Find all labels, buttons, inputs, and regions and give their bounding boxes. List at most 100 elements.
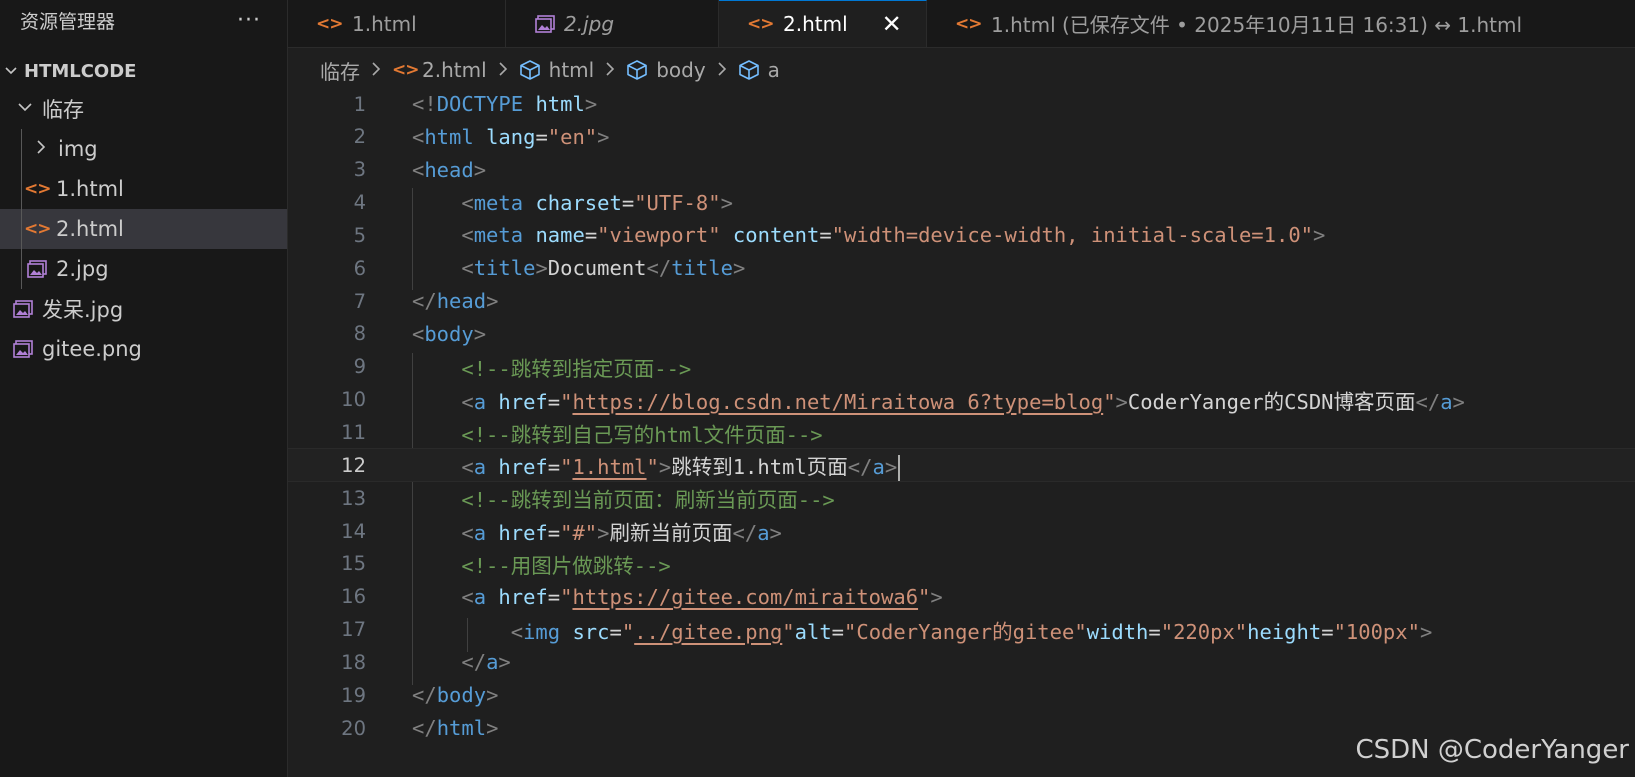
code-text: <!--跳转到自己写的html文件页面--> xyxy=(412,418,823,448)
code-line[interactable]: 16 <a href="https://gitee.com/miraitowa6… xyxy=(288,580,1635,614)
close-icon[interactable]: ✕ xyxy=(882,10,902,38)
code-line[interactable]: 3 <head> xyxy=(288,153,1635,187)
line-number: 16 xyxy=(341,585,366,609)
line-number: 6 xyxy=(353,256,366,280)
line-number: 1 xyxy=(353,92,366,116)
workspace-root-label: HTMLCODE xyxy=(24,60,137,82)
symbol-cube-icon xyxy=(519,59,541,81)
code-token: = xyxy=(535,124,548,149)
code-line[interactable]: 7 </head> xyxy=(288,284,1635,318)
code-token: > xyxy=(597,521,610,546)
breadcrumb-symbol-html[interactable]: html xyxy=(519,58,594,82)
code-token: > xyxy=(732,256,746,281)
code-text: <!--跳转到当前页面：刷新当前页面--> xyxy=(412,483,835,513)
code-line[interactable]: 8 <body> xyxy=(288,317,1635,351)
tree-file-发呆-jpg[interactable]: 发呆.jpg xyxy=(0,289,287,329)
code-token: a xyxy=(473,389,487,414)
code-line[interactable]: 6 <title>Document</title> xyxy=(288,251,1635,285)
code-token: = xyxy=(547,584,561,609)
breadcrumb-file[interactable]: <> 2.html xyxy=(392,58,487,82)
code-token: > xyxy=(1419,619,1433,644)
code-token: </ xyxy=(646,256,672,281)
code-token: a xyxy=(757,521,770,546)
chevron-right-icon xyxy=(30,139,52,160)
code-line[interactable]: 10 <a href="https://blog.csdn.net/Mirait… xyxy=(288,383,1635,417)
tree-folder-临存[interactable]: 临存 xyxy=(0,89,287,129)
code-line[interactable]: 4 <meta charset="UTF-8"> xyxy=(288,186,1635,220)
workspace-root[interactable]: HTMLCODE xyxy=(0,53,287,89)
code-token: = xyxy=(1148,619,1161,644)
more-actions-icon[interactable]: ··· xyxy=(237,8,261,33)
code-line[interactable]: 14 <a href="#">刷新当前页面</a> xyxy=(288,514,1635,548)
code-token: "viewport" xyxy=(597,223,721,248)
breadcrumb-symbol-body[interactable]: body xyxy=(626,58,706,82)
code-token: > xyxy=(1452,389,1465,414)
code-line[interactable]: 1 <!DOCTYPE html> xyxy=(288,87,1635,121)
code-line[interactable]: 18 </a> xyxy=(288,645,1635,679)
code-token: = xyxy=(819,223,832,248)
code-text: <a href="1.html">跳转到1.html页面</a> xyxy=(412,450,901,481)
code-text: </body> xyxy=(412,683,498,707)
line-number: 14 xyxy=(341,519,366,543)
breadcrumb-folder[interactable]: 临存 xyxy=(320,56,360,85)
code-token: " xyxy=(560,389,573,414)
code-token: </ xyxy=(412,683,437,708)
code-line[interactable]: 2 <html lang="en"> xyxy=(288,120,1635,154)
code-token: " xyxy=(621,619,635,644)
code-line[interactable]: 17 <img src="../gitee.png"alt="CoderYang… xyxy=(288,613,1635,647)
code-token: width xyxy=(1086,619,1149,644)
code-token: <!--跳转到当前页面：刷新当前页面--> xyxy=(461,488,835,513)
tree-file-2-html[interactable]: <> 2.html xyxy=(0,209,287,249)
code-token: a xyxy=(872,454,885,479)
breadcrumb-symbol-a[interactable]: a xyxy=(738,58,780,82)
tab-compare-1-html[interactable]: <> 1.html (已保存文件 • 2025年10月11日 16:31) ↔ … xyxy=(927,0,1546,47)
code-token: alt xyxy=(794,619,832,644)
code-token: < xyxy=(461,256,474,281)
code-editor[interactable]: 1 <!DOCTYPE html> 2 <html lang="en"> 3 <head>… xyxy=(288,90,1635,777)
tab-1-html[interactable]: <> 1.html xyxy=(288,0,506,47)
line-number: 10 xyxy=(341,388,366,412)
line-number: 8 xyxy=(353,322,366,346)
code-token: <!--跳转到自己写的html文件页面--> xyxy=(461,422,823,447)
tree-folder-img[interactable]: img xyxy=(0,129,287,169)
code-line[interactable]: 5 <meta name="viewport" content="width=d… xyxy=(288,218,1635,252)
tab-2-jpg[interactable]: 2.jpg xyxy=(506,0,719,47)
code-line[interactable]: 9 <!--跳转到指定页面--> xyxy=(288,350,1635,384)
code-token: > xyxy=(486,289,499,314)
line-number: 9 xyxy=(353,355,366,379)
editor-tab-bar: <> 1.html 2.jpg <> 2.html ✕ <> 1.html (已… xyxy=(288,0,1635,48)
breadcrumb-label: 2.html xyxy=(422,58,487,82)
html-file-icon: <> xyxy=(24,179,52,199)
code-line[interactable]: 11 <!--跳转到自己写的html文件页面--> xyxy=(288,416,1635,450)
code-token: https://gitee.com/miraitowa6 xyxy=(572,584,919,609)
code-text: </a> xyxy=(412,650,510,674)
code-token: 1.html xyxy=(572,454,647,479)
tab-2-html[interactable]: <> 2.html ✕ xyxy=(719,0,927,47)
code-text: <a href="https://blog.csdn.net/Miraitowa… xyxy=(412,385,1465,415)
tree-item-label: gitee.png xyxy=(42,337,142,361)
code-text: <a href="#">刷新当前页面</a> xyxy=(412,516,782,546)
code-text: <title>Document</title> xyxy=(412,256,745,280)
line-number: 19 xyxy=(341,683,366,707)
code-token: = xyxy=(621,190,635,215)
code-line[interactable]: 13 <!--跳转到当前页面：刷新当前页面--> xyxy=(288,481,1635,515)
code-token: a xyxy=(473,454,487,479)
code-token: > xyxy=(658,454,672,479)
chevron-down-icon xyxy=(4,61,20,82)
code-token: < xyxy=(461,521,474,546)
tree-file-1-html[interactable]: <> 1.html xyxy=(0,169,287,209)
code-line[interactable]: 12 <a href="1.html">跳转到1.html页面</a> xyxy=(288,448,1635,483)
code-line[interactable]: 15 <!--用图片做跳转--> xyxy=(288,547,1635,581)
tree-file-gitee-png[interactable]: gitee.png xyxy=(0,329,287,369)
code-line[interactable]: 19 </body> xyxy=(288,678,1635,712)
tree-file-2-jpg[interactable]: 2.jpg xyxy=(0,249,287,289)
chevron-down-icon xyxy=(14,99,36,120)
